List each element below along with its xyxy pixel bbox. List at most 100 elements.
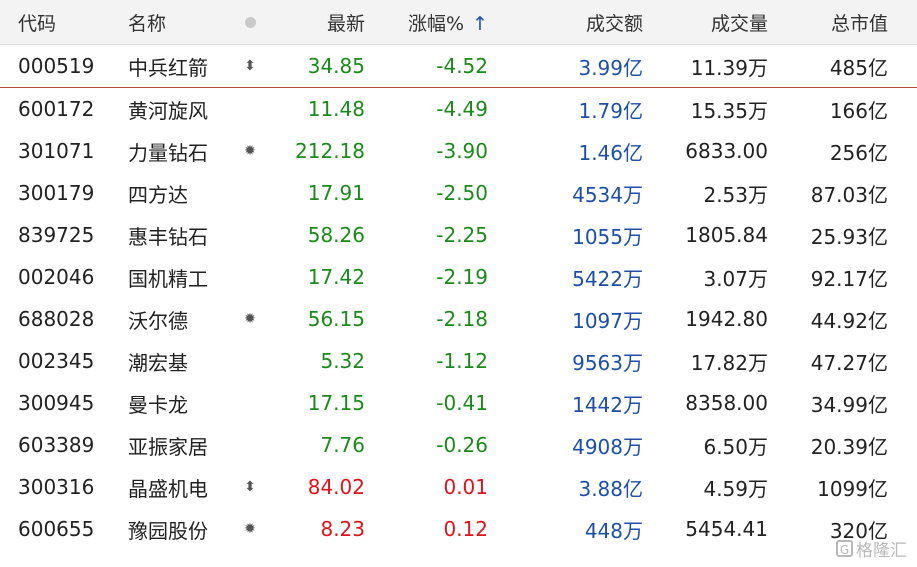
cell-last-price: 17.42 bbox=[307, 265, 365, 289]
watermark-text: 格隆汇 bbox=[856, 541, 907, 561]
watermark: G 格隆汇 bbox=[836, 536, 907, 561]
cell-code: 000519 bbox=[18, 54, 95, 78]
cell-last-price: 84.02 bbox=[307, 475, 365, 499]
cell-name: 四方达 bbox=[128, 182, 188, 207]
cell-change-pct: -2.18 bbox=[436, 307, 488, 331]
cell-volume: 3.07万 bbox=[703, 266, 768, 291]
cell-volume: 2.53万 bbox=[703, 182, 768, 207]
cell-turnover: 3.88亿 bbox=[578, 476, 643, 501]
table-row[interactable]: 301071 力量钻石 ✹ 212.18 -3.90 1.46亿 6833.00 256亿 bbox=[0, 130, 917, 172]
cell-market-cap: 485亿 bbox=[829, 55, 888, 80]
cell-change-pct: -2.19 bbox=[436, 265, 488, 289]
cell-turnover: 9563万 bbox=[572, 350, 643, 375]
cell-turnover: 4534万 bbox=[572, 182, 643, 207]
header-change-pct-label: 涨幅% bbox=[408, 12, 465, 35]
header-flag[interactable] bbox=[230, 14, 270, 30]
cell-turnover: 5422万 bbox=[572, 266, 643, 291]
cell-volume: 1942.80 bbox=[685, 307, 768, 331]
cell-volume: 5454.41 bbox=[685, 517, 768, 541]
header-change-pct[interactable]: 涨幅% ↑ bbox=[365, 9, 488, 36]
cell-market-cap: 87.03亿 bbox=[810, 182, 888, 207]
header-code[interactable]: 代码 bbox=[0, 9, 120, 36]
cell-code: 002046 bbox=[18, 265, 95, 289]
star-burst-icon: ✹ bbox=[244, 311, 256, 327]
header-volume[interactable]: 成交量 bbox=[643, 9, 768, 36]
updown-arrow-icon: ⬍ bbox=[244, 479, 256, 495]
updown-arrow-icon: ⬍ bbox=[244, 58, 256, 74]
cell-market-cap: 25.93亿 bbox=[810, 224, 888, 249]
cell-name: 国机精工 bbox=[128, 266, 208, 291]
cell-code: 300179 bbox=[18, 181, 95, 205]
cell-name: 豫园股份 bbox=[128, 518, 208, 543]
cell-turnover: 4908万 bbox=[572, 434, 643, 459]
table-header: 代码 名称 最新 涨幅% ↑ 成交额 成交量 总市值 bbox=[0, 0, 917, 45]
cell-code: 688028 bbox=[18, 307, 95, 331]
cell-code: 600172 bbox=[18, 97, 95, 121]
cell-change-pct: -1.12 bbox=[436, 349, 488, 373]
cell-last-price: 7.76 bbox=[320, 433, 365, 457]
table-row[interactable]: 300179 四方达 17.91 -2.50 4534万 2.53万 87.03亿 bbox=[0, 172, 917, 214]
cell-code: 600655 bbox=[18, 517, 95, 541]
cell-name: 沃尔德 bbox=[128, 308, 188, 333]
header-last-price[interactable]: 最新 bbox=[270, 9, 365, 36]
sort-ascending-icon: ↑ bbox=[472, 12, 488, 35]
cell-change-pct: 0.01 bbox=[443, 475, 488, 499]
header-market-cap[interactable]: 总市值 bbox=[768, 9, 904, 36]
cell-change-pct: -4.52 bbox=[436, 54, 488, 78]
cell-turnover: 1442万 bbox=[572, 392, 643, 417]
cell-volume: 8358.00 bbox=[685, 391, 768, 415]
cell-volume: 1805.84 bbox=[685, 223, 768, 247]
cell-name: 亚振家居 bbox=[128, 434, 208, 459]
cell-turnover: 1055万 bbox=[572, 224, 643, 249]
cell-market-cap: 34.99亿 bbox=[810, 392, 888, 417]
cell-change-pct: -3.90 bbox=[436, 139, 488, 163]
table-row[interactable]: 000519 中兵红箭 ⬍ 34.85 -4.52 3.99亿 11.39万 485亿 bbox=[0, 45, 917, 88]
cell-change-pct: 0.12 bbox=[443, 517, 488, 541]
stock-quote-table: 代码 名称 最新 涨幅% ↑ 成交额 成交量 总市值 000519 中兵红箭 ⬍ 34.… bbox=[0, 0, 917, 550]
cell-last-price: 34.85 bbox=[307, 54, 365, 78]
cell-name: 黄河旋风 bbox=[128, 98, 208, 123]
cell-change-pct: -0.41 bbox=[436, 391, 488, 415]
table-row[interactable]: 300316 晶盛机电 ⬍ 84.02 0.01 3.88亿 4.59万 1099亿 bbox=[0, 466, 917, 508]
cell-name: 中兵红箭 bbox=[128, 55, 208, 80]
cell-market-cap: 1099亿 bbox=[817, 476, 888, 501]
cell-market-cap: 92.17亿 bbox=[810, 266, 888, 291]
cell-change-pct: -2.50 bbox=[436, 181, 488, 205]
table-row[interactable]: 688028 沃尔德 ✹ 56.15 -2.18 1097万 1942.80 44.92亿 bbox=[0, 298, 917, 340]
cell-code: 301071 bbox=[18, 139, 95, 163]
cell-volume: 11.39万 bbox=[690, 55, 768, 80]
table-row[interactable]: 600655 豫园股份 ✹ 8.23 0.12 448万 5454.41 320亿 bbox=[0, 508, 917, 550]
cell-code: 839725 bbox=[18, 223, 95, 247]
gelonghui-logo-icon: G bbox=[836, 540, 853, 557]
table-row[interactable]: 603389 亚振家居 7.76 -0.26 4908万 6.50万 20.39亿 bbox=[0, 424, 917, 466]
cell-name: 力量钻石 bbox=[128, 140, 208, 165]
cell-turnover: 1.79亿 bbox=[578, 98, 643, 123]
header-turnover[interactable]: 成交额 bbox=[488, 9, 643, 36]
cell-code: 002345 bbox=[18, 349, 95, 373]
cell-last-price: 5.32 bbox=[320, 349, 365, 373]
cell-name: 曼卡龙 bbox=[128, 392, 188, 417]
table-row[interactable]: 600172 黄河旋风 11.48 -4.49 1.79亿 15.35万 166亿 bbox=[0, 88, 917, 130]
table-row[interactable]: 839725 惠丰钻石 58.26 -2.25 1055万 1805.84 25.93亿 bbox=[0, 214, 917, 256]
cell-name: 晶盛机电 bbox=[128, 476, 208, 501]
table-body: 000519 中兵红箭 ⬍ 34.85 -4.52 3.99亿 11.39万 485亿 6001… bbox=[0, 45, 917, 550]
star-burst-icon: ✹ bbox=[244, 521, 256, 537]
cell-last-price: 8.23 bbox=[320, 517, 365, 541]
cell-turnover: 448万 bbox=[584, 518, 643, 543]
cell-change-pct: -0.26 bbox=[436, 433, 488, 457]
header-name[interactable]: 名称 bbox=[120, 9, 230, 36]
cell-code: 300945 bbox=[18, 391, 95, 415]
cell-last-price: 11.48 bbox=[307, 97, 365, 121]
cell-volume: 6833.00 bbox=[685, 139, 768, 163]
table-row[interactable]: 002046 国机精工 17.42 -2.19 5422万 3.07万 92.17亿 bbox=[0, 256, 917, 298]
cell-last-price: 17.91 bbox=[307, 181, 365, 205]
cell-market-cap: 47.27亿 bbox=[810, 350, 888, 375]
cell-last-price: 58.26 bbox=[307, 223, 365, 247]
cell-volume: 6.50万 bbox=[703, 434, 768, 459]
cell-last-price: 56.15 bbox=[307, 307, 365, 331]
table-row[interactable]: 300945 曼卡龙 17.15 -0.41 1442万 8358.00 34.99亿 bbox=[0, 382, 917, 424]
cell-market-cap: 256亿 bbox=[829, 140, 888, 165]
table-row[interactable]: 002345 潮宏基 5.32 -1.12 9563万 17.82万 47.27亿 bbox=[0, 340, 917, 382]
cell-last-price: 17.15 bbox=[307, 391, 365, 415]
cell-code: 603389 bbox=[18, 433, 95, 457]
